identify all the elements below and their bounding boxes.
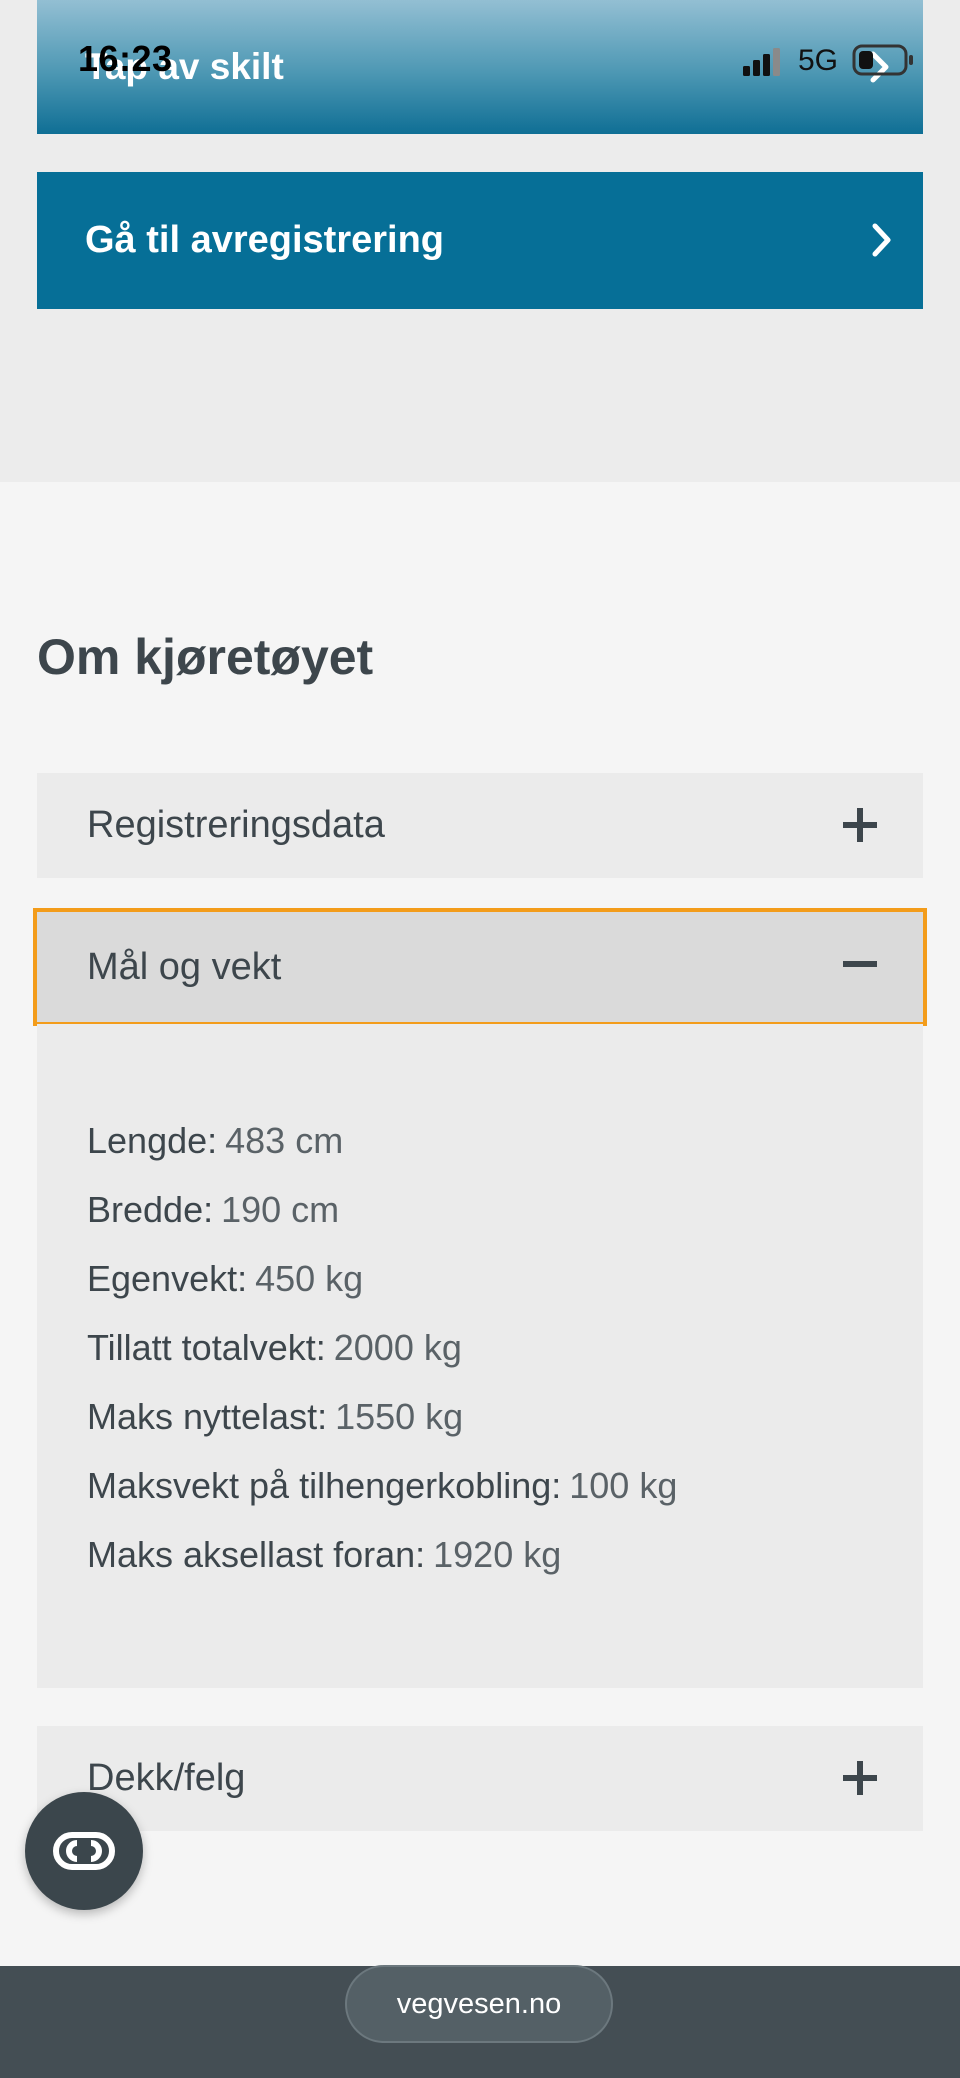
minus-icon: [843, 961, 877, 967]
go-to-deregistration-button[interactable]: Gå til avregistrering: [37, 172, 923, 309]
address-text: vegvesen.no: [396, 1987, 562, 2020]
spec-value: 2000 kg: [333, 1327, 462, 1368]
accordion-tires-rims[interactable]: Dekk/felg: [37, 1726, 923, 1831]
address-bar[interactable]: vegvesen.no: [345, 1965, 613, 2043]
spec-label: Maks aksellast foran:: [87, 1534, 426, 1575]
status-bar: 16:23 5G: [0, 0, 960, 120]
network-type: 5G: [798, 44, 839, 77]
accordion-registration-data[interactable]: Registreringsdata: [37, 773, 923, 878]
spec-label: Bredde:: [87, 1189, 214, 1230]
spec-label: Maksvekt på tilhengerkobling:: [87, 1465, 562, 1506]
spec-length: Lengde: 483 cm: [87, 1106, 923, 1175]
spec-gross-weight: Tillatt totalvekt: 2000 kg: [87, 1313, 923, 1382]
chat-button[interactable]: [25, 1792, 143, 1910]
accordion-label: Mål og vekt: [87, 945, 282, 988]
section-title: Om kjøretøyet: [37, 629, 374, 685]
signal-icon: [743, 48, 780, 76]
spec-value: 450 kg: [255, 1258, 364, 1299]
spec-value: 1550 kg: [335, 1396, 464, 1437]
spec-value: 190 cm: [221, 1189, 340, 1230]
spec-value: 1920 kg: [433, 1534, 562, 1575]
spec-payload: Maks nyttelast: 1550 kg: [87, 1382, 923, 1451]
plus-icon: [843, 808, 877, 842]
accordion-dimensions-weight[interactable]: Mål og vekt: [33, 908, 927, 1026]
spec-value: 100 kg: [569, 1465, 678, 1506]
chevron-right-icon: [872, 223, 891, 257]
spec-curb-weight: Egenvekt: 450 kg: [87, 1244, 923, 1313]
plus-icon: [843, 1761, 877, 1795]
spec-label: Tillatt totalvekt:: [87, 1327, 326, 1368]
spec-front-axle: Maks aksellast foran: 1920 kg: [87, 1520, 923, 1589]
spec-label: Lengde:: [87, 1120, 218, 1161]
spec-label: Egenvekt:: [87, 1258, 248, 1299]
spec-value: 483 cm: [225, 1120, 344, 1161]
battery-icon: [852, 44, 913, 76]
accordion-label: Registreringsdata: [87, 804, 385, 846]
dimensions-weight-panel: Lengde: 483 cm Bredde: 190 cm Egenvekt: 450…: [37, 1024, 923, 1688]
accordion-label: Dekk/felg: [87, 1757, 246, 1799]
go-to-deregistration-label: Gå til avregistrering: [85, 219, 445, 261]
spec-width: Bredde: 190 cm: [87, 1175, 923, 1244]
spec-label: Maks nyttelast:: [87, 1396, 328, 1437]
spec-tow-coupling: Maksvekt på tilhengerkobling: 100 kg: [87, 1451, 923, 1520]
status-time: 16:23: [78, 38, 173, 79]
chat-icon: [53, 1832, 115, 1870]
